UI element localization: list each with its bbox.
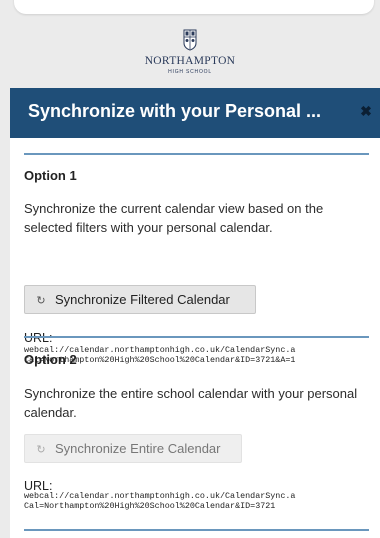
top-bar xyxy=(14,0,374,14)
url-line[interactable]: Cal=Northampton%20High%20School%20Calend… xyxy=(24,501,380,511)
sync-icon: ↻ xyxy=(36,295,46,307)
option1-description: Synchronize the current calendar view ba… xyxy=(24,201,324,235)
divider xyxy=(24,336,369,338)
option1-heading: Option 1 xyxy=(24,168,77,183)
option2-description: Synchronize the entire school calendar w… xyxy=(24,386,358,420)
school-crest-icon xyxy=(183,29,197,51)
close-icon[interactable]: ✖ xyxy=(358,103,374,119)
school-subtitle: HIGH SCHOOL xyxy=(168,69,212,75)
option2-section: Option 2 Synchronize the entire school c… xyxy=(24,334,369,534)
sync-filtered-button[interactable]: ↻ Synchronize Filtered Calendar xyxy=(24,285,256,314)
sync-entire-label: Synchronize Entire Calendar xyxy=(55,441,221,456)
sync-entire-button[interactable]: ↻ Synchronize Entire Calendar xyxy=(24,434,242,463)
divider xyxy=(24,529,369,531)
school-name: NORTHAMPTON xyxy=(144,55,236,67)
url-line[interactable]: webcal://calendar.northamptonhigh.co.uk/… xyxy=(24,491,380,501)
modal-title: Synchronize with your Personal ... xyxy=(28,101,322,121)
divider xyxy=(24,153,369,155)
sync-modal: Synchronize with your Personal ... ✖ Opt… xyxy=(10,88,380,538)
option2-heading: Option 2 xyxy=(24,352,77,367)
sync-filtered-label: Synchronize Filtered Calendar xyxy=(55,292,230,307)
sync-icon: ↻ xyxy=(36,444,46,456)
option1-section: Option 1 Synchronize the current calenda… xyxy=(24,138,369,338)
modal-header: Synchronize with your Personal ... ✖ xyxy=(10,88,380,138)
top-strip xyxy=(0,0,380,22)
school-logo: NORTHAMPTON HIGH SCHOOL xyxy=(0,22,380,88)
